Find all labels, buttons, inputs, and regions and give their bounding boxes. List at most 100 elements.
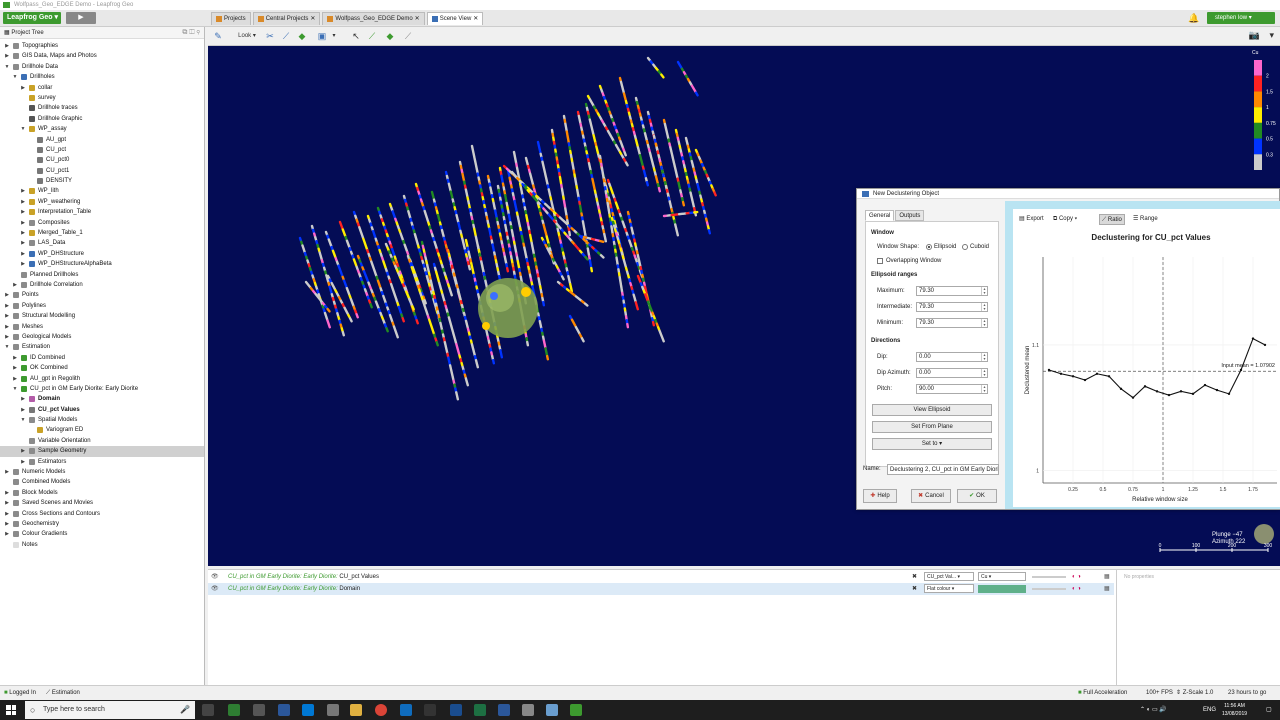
chrome-icon[interactable]	[375, 704, 387, 716]
tree-item[interactable]: Variogram ED	[0, 425, 204, 435]
pitch-spinner[interactable]: ▴ ▾	[981, 385, 987, 393]
settings-grid-icon[interactable]: ▦	[1104, 571, 1110, 583]
expand-arrow-icon[interactable]: ▶	[4, 301, 10, 311]
file-explorer-icon[interactable]	[350, 704, 362, 716]
expand-arrow-icon[interactable]: ▶	[4, 41, 10, 51]
expand-arrow-icon[interactable]: ▶	[4, 51, 10, 61]
user-menu-button[interactable]: stephen low ▾	[1207, 12, 1275, 24]
tree-item[interactable]: ▶ Sample Geometry	[0, 446, 204, 457]
play-button[interactable]: ▶	[66, 12, 96, 24]
dip-spinner[interactable]: ▴ ▾	[981, 353, 987, 361]
expand-arrow-icon[interactable]: ▶	[4, 498, 10, 508]
select-cursor-icon[interactable]: ↖	[350, 30, 362, 43]
tree-item[interactable]: ▶ WP_weathering	[0, 197, 204, 207]
view-ellipsoid-button[interactable]: View Ellipsoid	[872, 404, 992, 416]
eraser-icon[interactable]: ⟋	[402, 30, 414, 43]
tree-item[interactable]: ▶ WP_lith	[0, 186, 204, 196]
excel-icon[interactable]	[474, 704, 486, 716]
expand-arrow-icon[interactable]: ▶	[4, 529, 10, 539]
tree-item[interactable]: ▶ WP_DHStructureAlphaBeta	[0, 259, 204, 269]
dip-field[interactable]: 0.00 ▴ ▾	[916, 352, 988, 362]
zscale-status[interactable]: ⇕ Z-Scale 1.0	[1176, 686, 1213, 701]
expand-arrow-icon[interactable]: ▶	[20, 197, 26, 207]
tree-item[interactable]: ▼ Drillhole Data	[0, 62, 204, 72]
tree-item[interactable]: ▶ Colour Gradients	[0, 529, 204, 539]
tree-item[interactable]: ▶ AU_gpt in Regolith	[0, 374, 204, 384]
minimum-field[interactable]: 79.30 ▴ ▾	[916, 318, 988, 328]
tree-item[interactable]: CU_pct	[0, 145, 204, 155]
task-view-icon[interactable]	[202, 704, 214, 716]
cancel-button[interactable]: ✖ Cancel	[911, 489, 951, 503]
tree-item[interactable]: Variable Orientation	[0, 436, 204, 446]
style-icons[interactable]: ◐ ◑	[1072, 583, 1081, 595]
app-icon-1[interactable]	[253, 704, 265, 716]
settings-grid-icon[interactable]: ▦	[1104, 583, 1110, 595]
opacity-slider[interactable]	[1032, 588, 1066, 590]
tab-general[interactable]: General	[865, 210, 895, 221]
dip-azimuth-field[interactable]: 0.00 ▴ ▾	[916, 368, 988, 378]
view-box-icon[interactable]: ▣	[316, 30, 328, 43]
opacity-slider[interactable]	[1032, 576, 1066, 578]
taskbar-clock[interactable]: 11:56 AM 13/08/2019	[1222, 702, 1247, 718]
tree-item[interactable]: ▶ Meshes	[0, 322, 204, 332]
intermediate-field[interactable]: 79.30 ▴ ▾	[916, 302, 988, 312]
outlook-icon[interactable]	[302, 704, 314, 716]
tree-item[interactable]: Combined Models	[0, 477, 204, 487]
leapfrog-taskbar-icon[interactable]	[570, 704, 582, 716]
screenshot-dropdown-icon[interactable]: ▾	[1269, 30, 1274, 41]
remove-x-icon[interactable]: ✖	[912, 571, 917, 583]
remove-x-icon[interactable]: ✖	[912, 583, 917, 595]
tree-item[interactable]: ▶ ID Combined	[0, 353, 204, 363]
expand-arrow-icon[interactable]: ▶	[20, 238, 26, 248]
maximum-spinner[interactable]: ▴ ▾	[981, 287, 987, 295]
tree-item[interactable]: ▶ Domain	[0, 394, 204, 404]
windows-start-icon[interactable]	[6, 705, 16, 715]
tree-item[interactable]: ▶ GIS Data, Maps and Photos	[0, 51, 204, 61]
tree-item[interactable]: ▶ Topographies	[0, 41, 204, 51]
expand-arrow-icon[interactable]: ▶	[12, 353, 18, 363]
camera-icon[interactable]: 📷	[1249, 30, 1260, 41]
tree-item[interactable]: ▶ Polylines	[0, 301, 204, 311]
taskbar-search-box[interactable]: ○ Type here to search 🎤	[25, 701, 195, 719]
plane-icon[interactable]: ◆	[296, 30, 308, 43]
app-icon-4[interactable]	[400, 704, 412, 716]
look-dropdown[interactable]: Look ▾	[234, 30, 260, 43]
tree-item[interactable]: ▶ Geochemistry	[0, 519, 204, 529]
tree-item[interactable]: ▶ Numeric Models	[0, 467, 204, 477]
microphone-icon[interactable]: 🎤	[180, 701, 190, 719]
expand-arrow-icon[interactable]: ▶	[4, 322, 10, 332]
leapfrog-geo-menu-button[interactable]: Leapfrog Geo ▾	[3, 12, 61, 24]
expand-arrow-icon[interactable]: ▶	[4, 311, 10, 321]
minimum-spinner[interactable]: ▴ ▾	[981, 319, 987, 327]
app-icon-6[interactable]	[546, 704, 558, 716]
expand-arrow-icon[interactable]: ▼	[4, 62, 10, 72]
expand-arrow-icon[interactable]: ▶	[4, 519, 10, 529]
tab-wolfpass-geo-edge-demo[interactable]: Wolfpass_Geo_EDGE Demo ✕	[322, 12, 425, 25]
expand-arrow-icon[interactable]: ▶	[20, 186, 26, 196]
tree-item[interactable]: ▶ Points	[0, 290, 204, 300]
ellipsoid-radio[interactable]	[926, 244, 932, 250]
slice-icon[interactable]: ✂	[264, 30, 276, 43]
shown-object-row[interactable]: 👁 CU_pct in GM Early Diorite: Early Diori…	[208, 571, 1114, 583]
tree-item[interactable]: AU_gpt	[0, 135, 204, 145]
app-icon-3[interactable]	[327, 704, 339, 716]
tree-item[interactable]: ▶ Saved Scenes and Movies	[0, 498, 204, 508]
draw-icon[interactable]: ✎	[212, 30, 224, 43]
expand-arrow-icon[interactable]: ▶	[20, 228, 26, 238]
tree-item[interactable]: ▼ Drillholes	[0, 72, 204, 82]
language-indicator[interactable]: ENG	[1203, 700, 1216, 720]
tree-item[interactable]: ▶ Interpretation_Table	[0, 207, 204, 217]
expand-arrow-icon[interactable]: ▼	[12, 384, 18, 394]
tree-item[interactable]: ▶ Structural Modelling	[0, 311, 204, 321]
expand-arrow-icon[interactable]: ▶	[20, 207, 26, 217]
view-dropdown-arrow[interactable]: ▾	[330, 30, 338, 43]
property-select[interactable]: Flat colour ▾	[924, 584, 974, 593]
tree-item[interactable]: ▶ Cross Sections and Contours	[0, 509, 204, 519]
word-icon[interactable]	[498, 704, 510, 716]
expand-arrow-icon[interactable]: ▶	[4, 290, 10, 300]
expand-arrow-icon[interactable]: ▼	[4, 342, 10, 352]
calculator-icon[interactable]	[228, 704, 240, 716]
set-from-plane-button[interactable]: Set From Plane	[872, 421, 992, 433]
close-tab-icon[interactable]: ✕	[310, 13, 315, 25]
surface-icon[interactable]: ◆	[384, 30, 396, 43]
